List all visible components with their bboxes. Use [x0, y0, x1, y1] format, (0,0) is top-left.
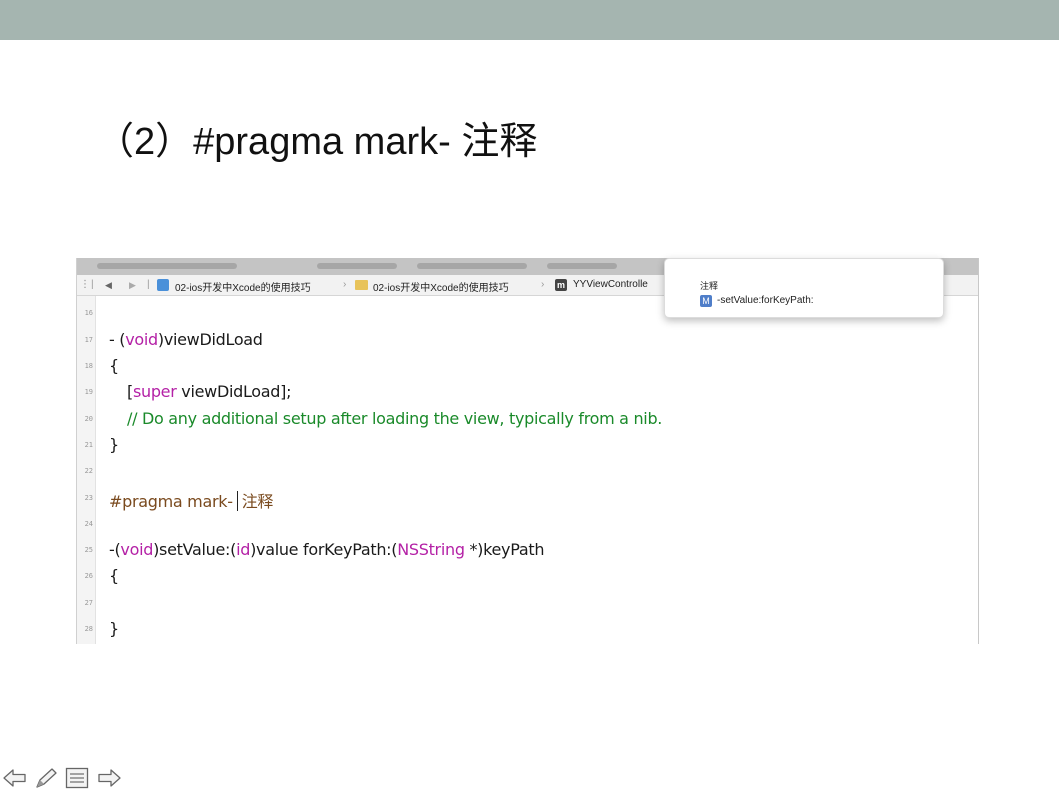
line-number: 21 — [84, 441, 93, 449]
popover-section-heading: 注释 — [700, 281, 719, 291]
slide-title: （2）#pragma mark- 注释 — [96, 121, 538, 163]
breadcrumb-project[interactable]: 02-ios开发中Xcode的使用技巧 — [175, 279, 311, 294]
text-cursor — [236, 491, 238, 511]
related-items-icon[interactable]: ⋮ — [80, 279, 90, 290]
code-line[interactable]: - (void)viewDidLoad — [109, 330, 263, 349]
previous-slide-arrow-icon[interactable] — [2, 766, 28, 790]
code-token: { — [109, 356, 119, 375]
folder-icon — [355, 280, 368, 290]
code-line[interactable]: { — [109, 566, 119, 585]
code-token: { — [109, 566, 119, 585]
method-badge-icon: M — [700, 295, 712, 307]
code-token: } — [109, 619, 119, 638]
breadcrumb-group[interactable]: 02-ios开发中Xcode的使用技巧 — [373, 279, 509, 294]
code-token: -( — [109, 540, 121, 559]
code-token: viewDidLoad]; — [176, 382, 292, 401]
line-number: 19 — [84, 388, 93, 396]
pragma-line[interactable]: #pragma mark- 注释 — [109, 488, 273, 512]
code-line[interactable]: } — [109, 619, 119, 638]
line-number: 18 — [84, 362, 93, 370]
code-token: )viewDidLoad — [157, 330, 263, 349]
objc-file-icon: m — [555, 279, 567, 291]
symbol-list-popover: 注释 M -setValue:forKeyPath: — [664, 258, 944, 318]
line-number: 20 — [84, 415, 93, 423]
comment-line[interactable]: // Do any additional setup after loading… — [127, 409, 662, 428]
next-slide-arrow-icon[interactable] — [96, 766, 122, 790]
code-token: } — [109, 435, 119, 454]
line-number: 25 — [84, 546, 93, 554]
code-token: )value forKeyPath:( — [250, 540, 398, 559]
keyword-token: void — [125, 330, 158, 349]
breadcrumb-file[interactable]: YYViewControlle — [573, 279, 648, 290]
back-arrow-icon[interactable]: ◀ — [105, 280, 112, 291]
keyword-token: id — [236, 540, 251, 559]
separator: | — [91, 279, 94, 290]
line-number: 28 — [84, 625, 93, 633]
code-line[interactable]: } — [109, 435, 119, 454]
line-number: 26 — [84, 572, 93, 580]
menu-icon[interactable] — [64, 766, 90, 790]
line-number: 16 — [84, 309, 93, 317]
line-number: 24 — [84, 520, 93, 528]
code-token: *)keyPath — [464, 540, 545, 559]
pen-icon[interactable] — [33, 766, 59, 790]
keyword-token: super — [132, 382, 177, 401]
code-line[interactable]: { — [109, 356, 119, 375]
code-line[interactable]: -(void)setValue:(id)value forKeyPath:(NS… — [109, 540, 544, 559]
separator: | — [147, 279, 150, 290]
line-number: 22 — [84, 467, 93, 475]
code-line[interactable]: [super viewDidLoad]; — [127, 382, 291, 401]
forward-arrow-icon[interactable]: ▶ — [129, 280, 136, 291]
code-token: )setValue:( — [153, 540, 237, 559]
pragma-token: #pragma mark- — [109, 492, 233, 511]
project-icon — [157, 279, 169, 291]
breadcrumb-chevron-icon: › — [541, 279, 545, 290]
code-token: - ( — [109, 330, 126, 349]
keyword-token: NSString — [397, 540, 465, 559]
slide-header-band — [0, 0, 1059, 40]
line-number: 27 — [84, 599, 93, 607]
keyword-token: void — [120, 540, 154, 559]
comment-token: // Do any additional setup after loading… — [127, 409, 663, 428]
pragma-comment-token: 注释 — [241, 492, 274, 511]
line-number: 23 — [84, 494, 93, 502]
breadcrumb-chevron-icon: › — [343, 279, 347, 290]
line-number: 17 — [84, 336, 93, 344]
popover-method-item[interactable]: -setValue:forKeyPath: — [717, 295, 814, 306]
